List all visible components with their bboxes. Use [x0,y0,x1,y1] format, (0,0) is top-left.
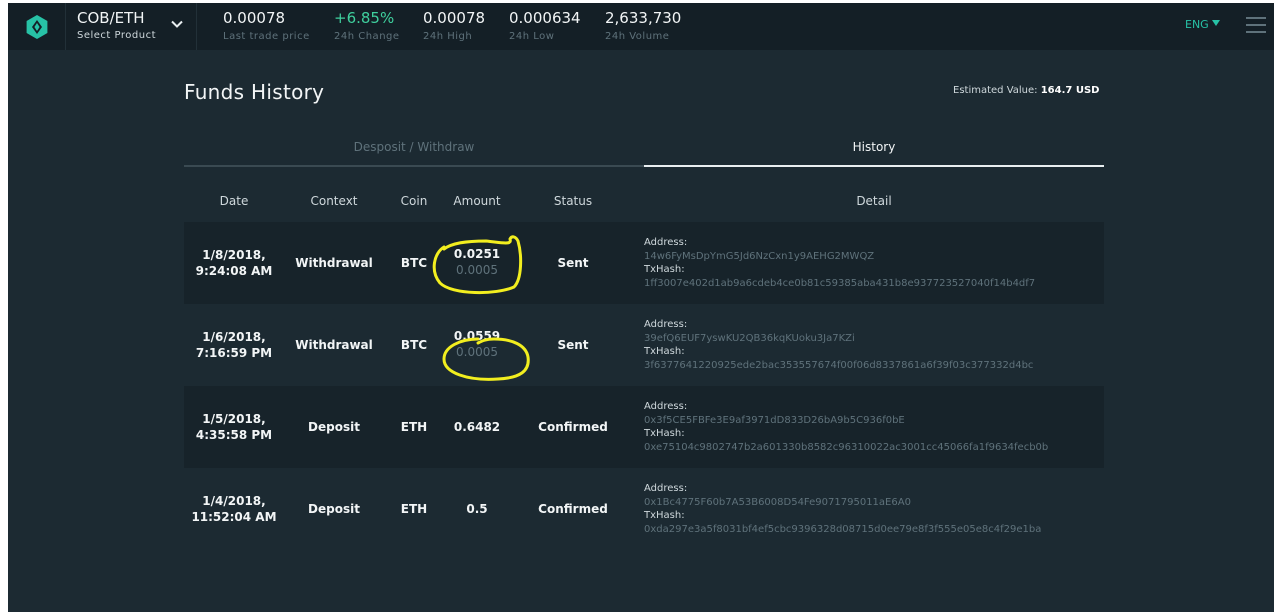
row-amount: 0.0559 0.0005 [446,329,508,359]
row-context: Withdrawal [295,256,373,270]
chevron-down-icon [171,20,183,28]
product-pair: COB/ETH [77,9,145,27]
page-title: Funds History [184,80,325,104]
date-value: 1/6/2018, [202,330,266,344]
funds-tabs: Desposit / Withdraw History [184,137,1104,167]
stat-24h-high: 0.00078 24h High [423,9,485,42]
stat-label: 24h Low [509,31,555,42]
table-row: 1/6/2018, 7:16:59 PM Withdrawal BTC 0.05… [184,304,1104,386]
row-amount: 0.6482 [446,420,508,434]
date-value: 1/5/2018, [202,412,266,426]
row-coin: BTC [400,256,428,270]
top-bar: COB/ETH Select Product 0.00078 Last trad… [8,3,1274,50]
stat-last-trade-price: 0.00078 Last trade price [223,9,310,42]
time-value: 9:24:08 AM [195,264,273,278]
stat-label: 24h High [423,31,473,42]
stat-label: 24h Volume [605,31,670,42]
tab-history[interactable]: History [644,137,1104,167]
row-context: Withdrawal [295,338,373,352]
exchange-logo-icon[interactable] [8,3,66,50]
stat-value: 0.00078 [423,9,486,27]
estimated-value-label: Estimated Value: [953,85,1038,96]
amount-value: 0.0559 [453,329,501,343]
txhash-label: TxHash: [644,428,685,439]
row-date: 1/8/2018, 9:24:08 AM [184,247,284,279]
table-row: 1/5/2018, 4:35:58 PM Deposit ETH 0.6482 … [184,386,1104,468]
row-amount: 0.0251 0.0005 [446,247,508,277]
row-coin: ETH [400,420,428,434]
stat-24h-change: +6.85% 24h Change [334,9,400,42]
fee-value: 0.0005 [456,263,498,277]
row-date: 1/5/2018, 4:35:58 PM [184,411,284,443]
stat-label: 24h Change [334,31,400,42]
table-row: 1/8/2018, 9:24:08 AM Withdrawal BTC 0.02… [184,222,1104,304]
column-date: Date [219,194,249,208]
time-value: 4:35:58 PM [195,428,273,442]
row-date: 1/4/2018, 11:52:04 AM [184,493,284,525]
table-row: 1/4/2018, 11:52:04 AM Deposit ETH 0.5 Co… [184,468,1104,550]
row-context: Deposit [308,502,360,516]
row-context: Deposit [308,420,360,434]
estimated-value-amount: 164.7 USD [1040,85,1100,96]
address-label: Address: [644,237,688,248]
stat-value: 0.00078 [223,9,286,27]
time-value: 11:52:04 AM [191,510,277,524]
select-product-label: Select Product [77,30,156,41]
address-label: Address: [644,401,688,412]
language-label: ENG [1185,18,1209,31]
amount-value: 0.0251 [453,247,501,261]
table-header: Date Context Coin Amount Status Detail [184,194,1104,214]
stat-value: +6.85% [334,9,395,27]
stat-label: Last trade price [223,31,310,42]
address-label: Address: [644,483,688,494]
row-detail: Address: 14w6FyMsDpYmG5Jd6NzCxn1y9AEHG2M… [644,236,1104,290]
column-detail: Detail [856,194,892,208]
txhash-label: TxHash: [644,346,685,357]
stat-value: 2,633,730 [605,9,682,27]
txhash-value: 0xe75104c9802747b2a601330b8582c96310022a… [644,441,1049,453]
row-coin: ETH [400,502,428,516]
row-detail: Address: 0x3f5CE5FBFe3E9af3971dD833D26bA… [644,400,1104,454]
address-label: Address: [644,319,688,330]
stat-24h-low: 0.000634 24h Low [509,9,581,42]
app-window: COB/ETH Select Product 0.00078 Last trad… [8,3,1274,612]
row-date: 1/6/2018, 7:16:59 PM [184,329,284,361]
address-value: 0x1Bc4775F60b7A53B6008D54Fe9071795011aE6… [644,496,911,508]
address-value: 0x3f5CE5FBFe3E9af3971dD833D26bA9b5C936f0… [644,414,905,426]
stat-value: 0.000634 [509,9,581,27]
txhash-value: 0xda297e3a5f8031bf4ef5cbc9396328d08715d0… [644,523,1042,535]
tab-deposit-withdraw[interactable]: Desposit / Withdraw [184,137,644,167]
hamburger-menu-icon[interactable] [1246,17,1266,35]
row-status: Confirmed [538,420,608,434]
column-coin: Coin [400,194,428,208]
row-detail: Address: 0x1Bc4775F60b7A53B6008D54Fe9071… [644,482,1104,536]
address-value: 14w6FyMsDpYmG5Jd6NzCxn1y9AEHG2MWQZ [644,250,875,262]
txhash-label: TxHash: [644,510,685,521]
time-value: 7:16:59 PM [195,346,273,360]
column-amount: Amount [453,194,501,208]
language-selector[interactable]: ENG [1185,18,1220,31]
date-value: 1/4/2018, [202,494,266,508]
date-value: 1/8/2018, [202,248,266,262]
column-status: Status [553,194,593,208]
row-status: Sent [557,256,589,270]
estimated-value: Estimated Value: 164.7 USD [953,85,1099,96]
stat-24h-volume: 2,633,730 24h Volume [605,9,681,42]
address-value: 39efQ6EUF7yswKU2QB36kqKUoku3Ja7KZi [644,332,855,344]
column-context: Context [310,194,358,208]
amount-value: 0.6482 [453,420,501,434]
row-status: Sent [557,338,589,352]
fee-value: 0.0005 [456,345,498,359]
row-amount: 0.5 [446,502,508,516]
row-coin: BTC [400,338,428,352]
txhash-value: 1ff3007e402d1ab9a6cdeb4ce0b81c59385aba43… [644,277,1036,289]
txhash-label: TxHash: [644,264,685,275]
txhash-value: 3f6377641220925ede2bac353557674f00f06d83… [644,359,1034,371]
caret-down-icon [1211,20,1220,26]
product-selector[interactable]: COB/ETH Select Product [66,3,197,50]
row-detail: Address: 39efQ6EUF7yswKU2QB36kqKUoku3Ja7… [644,318,1104,372]
amount-value: 0.5 [466,502,488,516]
row-status: Confirmed [538,502,608,516]
